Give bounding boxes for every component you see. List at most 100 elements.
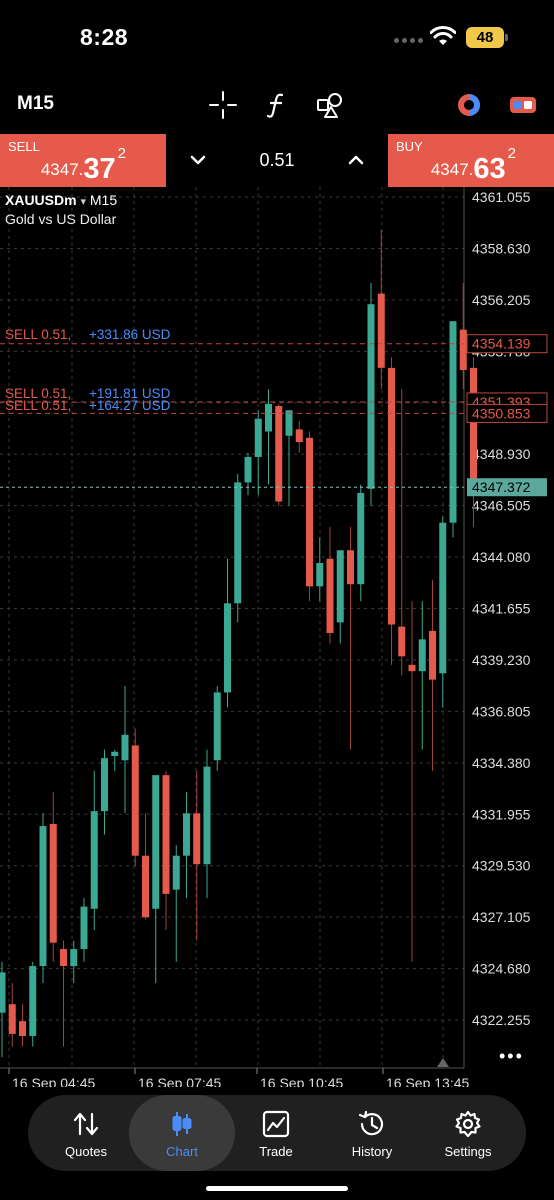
candle-body: [111, 751, 119, 757]
candle: [49, 792, 57, 962]
candle-body: [172, 855, 180, 890]
candle-body: [213, 692, 221, 761]
wifi-icon: [430, 26, 456, 45]
candle: [19, 1004, 26, 1047]
sell-button[interactable]: SELL 4347.37 2: [0, 134, 166, 187]
candle-body: [285, 410, 293, 436]
y-tick-label: 4344.080: [472, 549, 531, 565]
candle: [418, 601, 426, 750]
candle-body: [121, 734, 129, 761]
candle: [244, 452, 252, 496]
history-icon: [358, 1110, 384, 1136]
candle: [377, 229, 385, 390]
nav-quotes[interactable]: Quotes: [38, 1095, 134, 1171]
candle: [111, 749, 119, 771]
increase-lot-button[interactable]: [344, 148, 368, 172]
quotes-icon: [73, 1112, 99, 1136]
y-tick-label: 4348.930: [472, 446, 531, 462]
candle-body: [470, 367, 477, 487]
position-price-label: 4354.139: [472, 336, 531, 352]
candle: [162, 770, 170, 930]
position-label-side: SELL 0.51,: [5, 327, 71, 342]
candle: [60, 940, 67, 1047]
candle-body: [203, 766, 211, 865]
candle-body: [347, 550, 354, 585]
objects-icon[interactable]: [316, 90, 346, 120]
candle: [39, 813, 47, 983]
candle-body: [367, 304, 375, 489]
more-options-icon[interactable]: •••: [499, 1046, 524, 1067]
cellular-signal-icon: [394, 38, 423, 43]
candle-body: [254, 418, 262, 457]
x-tick-label: 16 Sep 04:45: [12, 1075, 96, 1087]
candle: [306, 431, 313, 602]
position-label-profit: +331.86 USD: [89, 327, 171, 342]
candle: [265, 389, 272, 485]
candle-body: [49, 823, 57, 943]
y-tick-label: 4361.055: [472, 189, 531, 205]
candle-body: [398, 626, 406, 657]
candle: [29, 961, 37, 1047]
candle-body: [357, 493, 365, 585]
candle: [275, 403, 283, 506]
y-tick-label: 4334.380: [472, 755, 531, 771]
buy-button[interactable]: BUY 4347.63 2: [388, 134, 554, 187]
y-tick-label: 4327.105: [472, 909, 531, 925]
y-tick-label: 4329.530: [472, 858, 531, 874]
candle-body: [377, 293, 385, 368]
crosshair-icon[interactable]: [208, 90, 238, 120]
nav-settings[interactable]: Settings: [420, 1095, 516, 1171]
position-label-side: SELL 0.51,: [5, 398, 71, 413]
trade-icon: [262, 1110, 290, 1138]
y-tick-label: 4356.205: [472, 292, 531, 308]
candle: [347, 526, 354, 750]
candle-body: [29, 966, 37, 1037]
symbol-selector[interactable]: XAUUSDm ▾ M15: [5, 192, 117, 208]
candle-body: [19, 1021, 26, 1037]
candle: [254, 410, 262, 496]
nav-trade[interactable]: Trade: [228, 1095, 324, 1171]
candle: [101, 749, 108, 835]
candle-body: [152, 775, 160, 909]
candle: [224, 558, 231, 708]
candle-body: [459, 329, 467, 370]
timeframe-selector[interactable]: M15: [17, 93, 54, 115]
chart-shift-marker: [437, 1058, 449, 1067]
nav-history[interactable]: History: [324, 1095, 420, 1171]
candle-body: [439, 522, 447, 674]
candle-body: [408, 664, 416, 672]
nav-chart[interactable]: Chart: [129, 1095, 235, 1171]
y-tick-label: 4331.955: [472, 806, 531, 822]
switch-toggle-icon[interactable]: [508, 90, 538, 120]
candle: [388, 357, 395, 665]
candle: [152, 775, 160, 983]
candle: [459, 283, 467, 390]
color-toggle-icon[interactable]: [454, 90, 484, 120]
candle-body: [336, 550, 344, 623]
x-tick-label: 16 Sep 13:45: [386, 1075, 470, 1087]
candle: [336, 550, 344, 644]
candle: [70, 940, 78, 983]
price-chart[interactable]: 4361.0554358.6304356.2054353.7804351.355…: [0, 187, 554, 1087]
lot-size-panel: 0.51: [166, 134, 388, 187]
indicator-f-icon[interactable]: [262, 90, 292, 120]
current-price-label: 4347.372: [472, 479, 531, 495]
position-label-profit: +164.27 USD: [89, 398, 171, 413]
y-tick-label: 4336.805: [472, 703, 531, 719]
candle: [449, 321, 457, 538]
candle-body: [8, 1004, 16, 1034]
candle: [316, 537, 324, 602]
candle-body: [295, 429, 303, 443]
candle: [90, 770, 98, 930]
candle-body: [80, 906, 88, 950]
candle: [213, 686, 221, 771]
battery-indicator: 48: [466, 27, 504, 48]
chart-candles-icon: [172, 1112, 192, 1136]
candle-body: [162, 775, 170, 894]
candle-body: [183, 813, 190, 856]
candle: [203, 749, 211, 899]
candle-body: [244, 456, 252, 483]
candle: [183, 792, 190, 899]
candle: [408, 601, 416, 962]
candle-body: [388, 367, 395, 625]
